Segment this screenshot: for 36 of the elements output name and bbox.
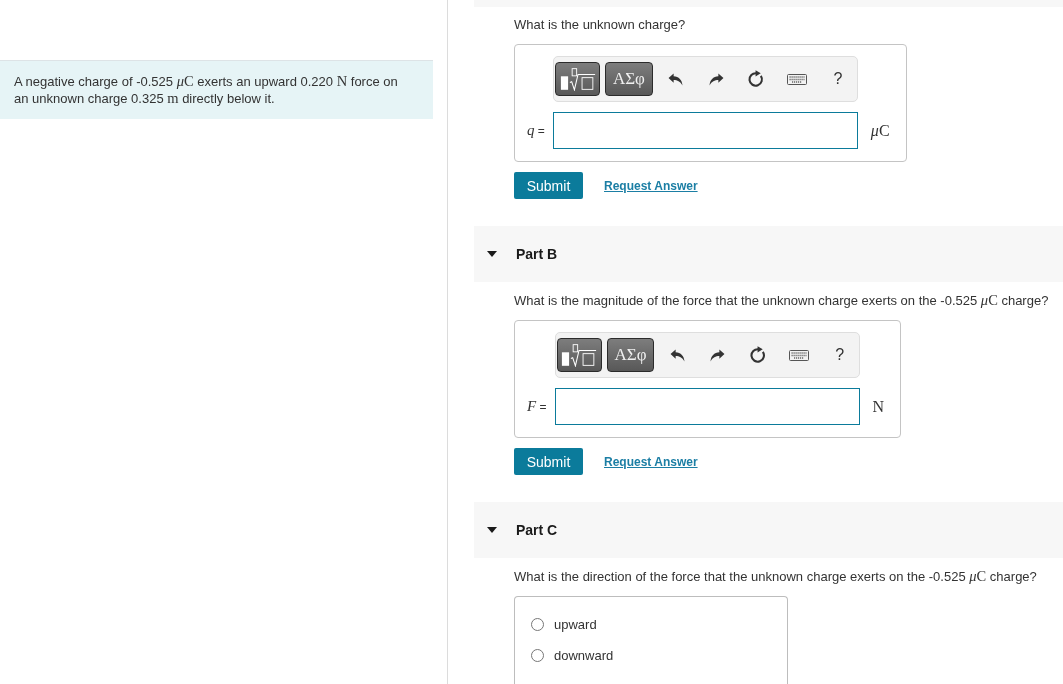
radio-button[interactable] [531, 617, 544, 631]
part-header[interactable]: Part C [474, 502, 1063, 558]
templates-button[interactable] [554, 62, 601, 96]
option-label: downward [554, 647, 614, 663]
submit-button[interactable]: Submit [514, 448, 583, 475]
question-text: What is the direction of the force that the unknown charge exerts on the -0.525 μC charge? [514, 567, 1038, 586]
undo-icon [667, 72, 683, 86]
unit-label: μC [870, 121, 890, 140]
part-header[interactable]: Part B [474, 226, 1063, 282]
submit-button[interactable]: Submit [514, 172, 583, 199]
undo-icon [669, 348, 685, 362]
symbols-button[interactable]: ΑΣφ [605, 62, 653, 96]
redo-icon [710, 348, 726, 362]
symbols-button[interactable]: ΑΣφ [606, 338, 655, 372]
square-root-icon [561, 343, 598, 367]
reset-icon [748, 70, 766, 88]
templates-button[interactable] [556, 338, 602, 372]
question-text: What is the unknown charge? [514, 16, 687, 34]
answer-input[interactable] [552, 112, 858, 149]
variable-label: q = [527, 122, 545, 139]
unit-label: N [872, 397, 885, 416]
keyboard-icon [789, 349, 810, 361]
variable-label: F = [527, 398, 547, 415]
answer-input[interactable] [554, 388, 860, 425]
radio-button[interactable] [531, 648, 544, 662]
reset-icon [749, 346, 767, 364]
option-label: upward [554, 616, 597, 632]
question-text: What is the magnitude of the force that the unknown charge exerts on the -0.525 μC charge? [514, 291, 1050, 310]
help-button[interactable]: ? [820, 62, 856, 96]
help-button[interactable]: ? [821, 338, 858, 372]
request-answer-link[interactable]: Request Answer [604, 454, 698, 469]
problem-statement: A negative charge of -0.525 μC exerts an upward 0.220 N force on an unknown charge 0.325 m directly below it. [0, 60, 433, 119]
redo-icon [708, 72, 724, 86]
keyboard-icon [787, 73, 808, 85]
request-answer-link[interactable]: Request Answer [604, 178, 698, 193]
square-root-icon [559, 67, 596, 91]
